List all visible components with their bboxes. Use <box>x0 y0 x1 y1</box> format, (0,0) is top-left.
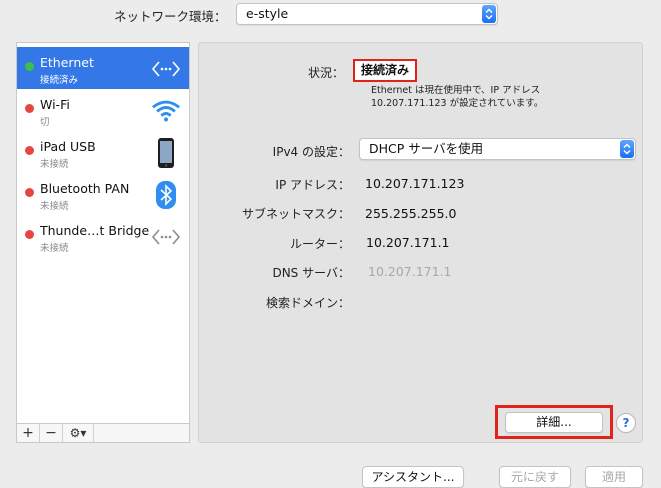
status-dot <box>25 230 34 239</box>
router-value: 10.207.171.1 <box>366 235 450 250</box>
service-item-ipad-usb[interactable]: iPad USB 未接続 <box>17 131 189 173</box>
service-name: Ethernet <box>40 55 94 70</box>
status-description-line: 10.207.171.123 が設定されています。 <box>371 98 544 109</box>
service-status: 未接続 <box>40 201 69 212</box>
chevron-updown-icon <box>482 5 496 23</box>
service-item-bluetooth-pan[interactable]: Bluetooth PAN 未接続 <box>17 173 189 215</box>
ipv4-label: IPv4 の設定： <box>272 145 350 159</box>
service-status: 未接続 <box>40 243 69 254</box>
location-label: ネットワーク環境： <box>114 9 227 24</box>
router-label: ルーター： <box>289 237 350 251</box>
ipv4-value: DHCP サーバを使用 <box>369 141 484 156</box>
service-item-wifi[interactable]: Wi-Fi 切 <box>17 89 189 131</box>
status-value: 接続済み <box>353 59 417 82</box>
remove-service-button[interactable]: − <box>40 424 63 442</box>
apply-button[interactable]: 適用 <box>585 466 643 488</box>
search-domain-label: 検索ドメイン： <box>265 296 350 310</box>
status-label: 状況： <box>307 66 344 80</box>
ip-address-value: 10.207.171.123 <box>365 176 465 191</box>
service-name: iPad USB <box>40 139 96 154</box>
status-dot <box>25 188 34 197</box>
revert-button[interactable]: 元に戻す <box>499 466 571 488</box>
service-name: Wi-Fi <box>40 97 70 112</box>
service-status: 切 <box>40 117 50 128</box>
sidebar-toolbar: + − ⚙▾ <box>16 423 190 443</box>
dns-value: 10.207.171.1 <box>368 264 452 279</box>
advanced-button[interactable]: 詳細... <box>505 412 603 433</box>
service-status: 接続済み <box>40 75 79 86</box>
ip-address-label: IP アドレス： <box>275 178 350 192</box>
ipad-icon <box>151 138 181 168</box>
service-list[interactable]: Ethernet 接続済み Wi-Fi 切 iPad USB 未接続 Bluet… <box>16 42 190 443</box>
service-item-thunderbolt-bridge[interactable]: Thunde…t Bridge 未接続 <box>17 215 189 257</box>
dns-label: DNS サーバ： <box>272 266 350 280</box>
ethernet-icon <box>151 223 181 251</box>
service-name: Bluetooth PAN <box>40 181 130 196</box>
service-item-ethernet[interactable]: Ethernet 接続済み <box>17 47 189 89</box>
add-service-button[interactable]: + <box>17 424 40 442</box>
status-description-line: Ethernet は現在使用中で、IP アドレス <box>371 85 541 96</box>
ethernet-icon <box>151 55 181 83</box>
help-button[interactable]: ? <box>616 413 636 433</box>
gear-menu-button[interactable]: ⚙▾ <box>63 424 94 442</box>
service-name: Thunde…t Bridge <box>40 223 150 238</box>
status-description: Ethernet は現在使用中で、IP アドレス 10.207.171.123 … <box>371 84 543 110</box>
assistant-button[interactable]: アシスタント... <box>362 466 464 488</box>
ipv4-select[interactable]: DHCP サーバを使用 <box>359 138 636 160</box>
subnet-label: サブネットマスク： <box>241 207 350 221</box>
location-value: e-style <box>246 6 289 21</box>
status-dot <box>25 62 34 71</box>
location-select[interactable]: e-style <box>236 3 498 25</box>
service-status: 未接続 <box>40 159 69 170</box>
status-dot <box>25 146 34 155</box>
status-dot <box>25 104 34 113</box>
wifi-icon <box>151 97 181 125</box>
subnet-value: 255.255.255.0 <box>365 206 457 221</box>
bluetooth-icon <box>151 181 181 209</box>
chevron-updown-icon <box>620 140 634 158</box>
